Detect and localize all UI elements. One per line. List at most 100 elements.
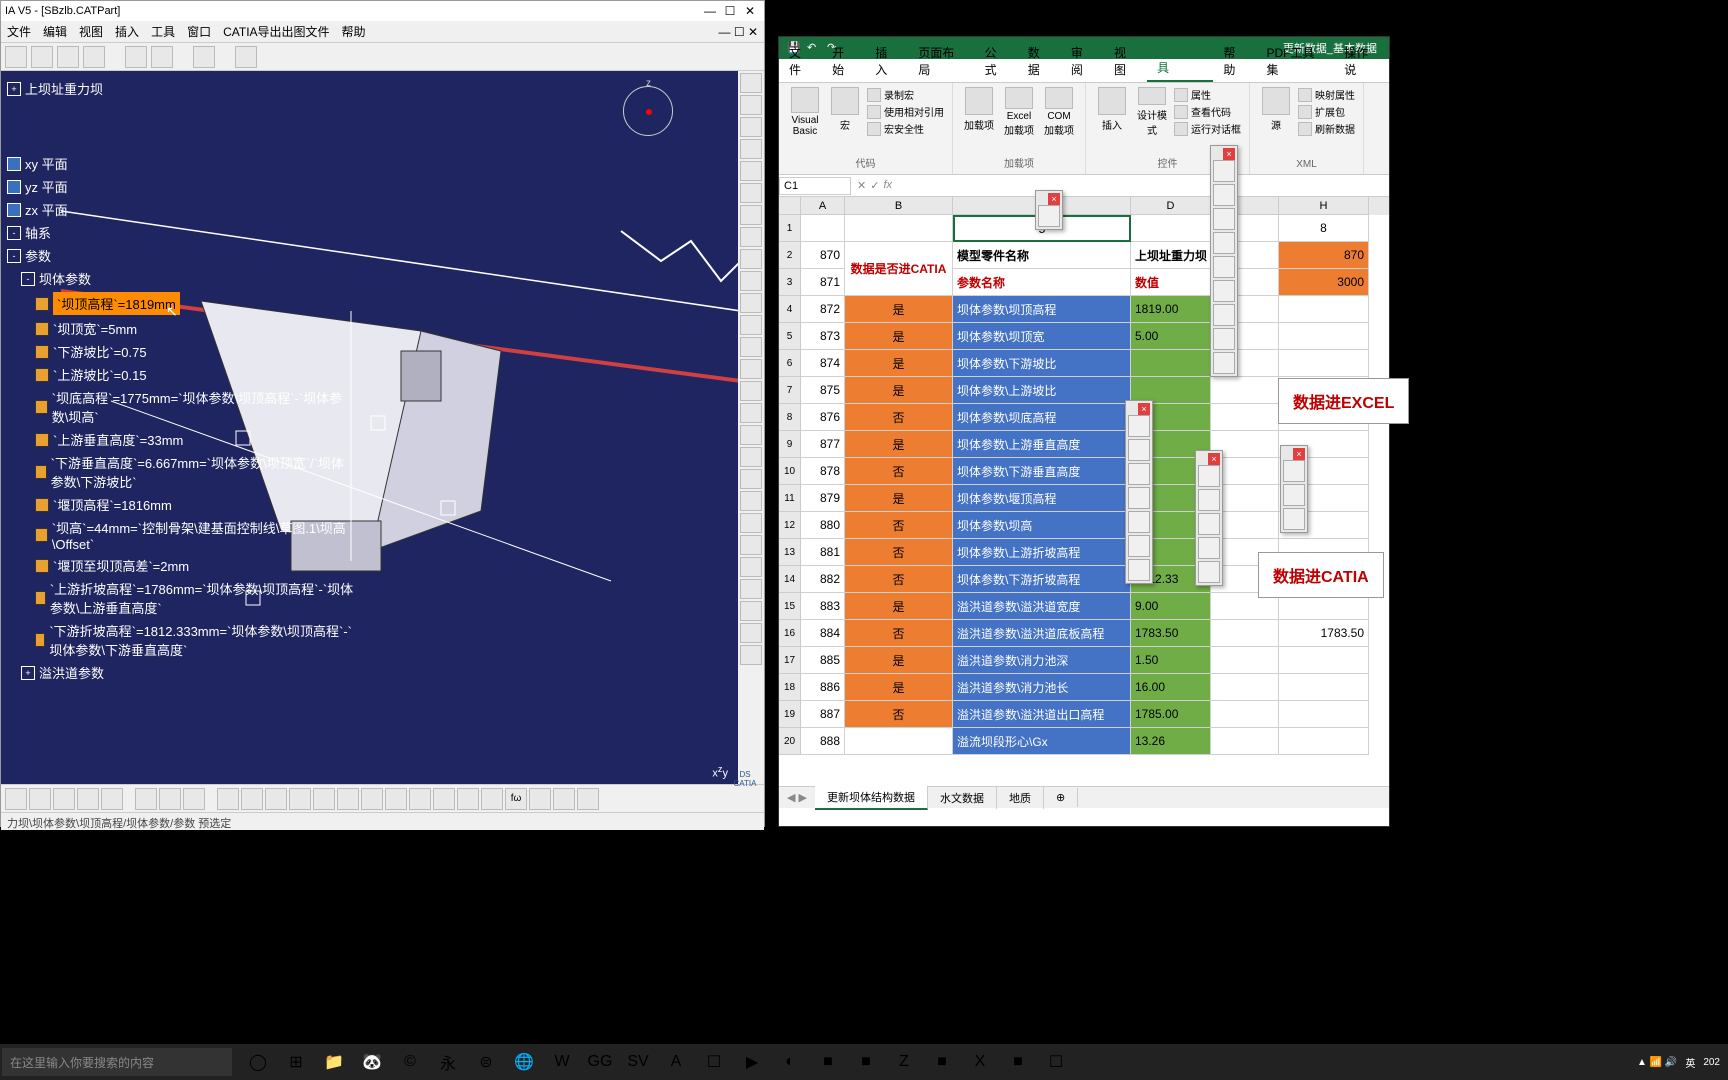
col-header[interactable]: A <box>801 197 845 215</box>
cell[interactable]: 溢洪道参数\溢洪道出口高程 <box>953 701 1131 728</box>
tool-icon[interactable] <box>553 788 575 810</box>
tool-icon[interactable] <box>529 788 551 810</box>
cell[interactable]: 否 <box>845 404 953 431</box>
task-icon[interactable]: 永 <box>430 1046 466 1078</box>
spec-tree[interactable]: +上坝址重力坝 xy 平面 yz 平面 zx 平面 -轴系 -参数 -坝体参数 … <box>1 71 361 690</box>
tree-body-params[interactable]: 坝体参数 <box>39 269 91 288</box>
task-icon[interactable]: ■ <box>810 1046 846 1078</box>
col-header[interactable]: B <box>845 197 953 215</box>
tool-icon[interactable] <box>740 73 762 93</box>
menu-help[interactable]: 帮助 <box>342 23 366 40</box>
row-header[interactable]: 17 <box>779 647 801 674</box>
cell[interactable]: 877 <box>801 431 845 458</box>
cell[interactable]: 溢洪道参数\消力池深 <box>953 647 1131 674</box>
cell[interactable]: 887 <box>801 701 845 728</box>
tab-pdf[interactable]: PDF工具集 <box>1257 40 1335 82</box>
system-tray[interactable]: ▲ 📶 🔊 英202 <box>1637 1055 1728 1070</box>
cell[interactable]: 模型零件名称 <box>953 242 1131 269</box>
cell[interactable] <box>1131 350 1211 377</box>
tool-icon[interactable] <box>740 337 762 357</box>
cell[interactable]: 883 <box>801 593 845 620</box>
menu-insert[interactable]: 插入 <box>115 23 139 40</box>
cell[interactable] <box>845 728 953 755</box>
cell[interactable]: 溢流坝段形心\Gx <box>953 728 1131 755</box>
cell[interactable]: 坝体参数\上游垂直高度 <box>953 431 1131 458</box>
task-icon[interactable]: ■ <box>1000 1046 1036 1078</box>
row-header[interactable]: 1 <box>779 215 801 242</box>
task-icon[interactable]: ⊞ <box>278 1046 314 1078</box>
tool-icon[interactable] <box>740 117 762 137</box>
sheet-tab[interactable]: 地质 <box>997 787 1044 809</box>
task-icon[interactable]: Z <box>886 1046 922 1078</box>
cell[interactable]: 870 <box>801 242 845 269</box>
tool-icon[interactable] <box>101 788 123 810</box>
close-icon[interactable]: × <box>1048 193 1060 205</box>
task-icon[interactable]: ◐ <box>772 1046 808 1078</box>
cell[interactable]: 885 <box>801 647 845 674</box>
expand-icon[interactable]: - <box>7 226 21 240</box>
tool-icon[interactable] <box>577 788 599 810</box>
close-button[interactable]: ✕ <box>740 2 760 20</box>
tree-param[interactable]: `堰顶高程`=1816mm <box>53 495 172 514</box>
cell[interactable]: 坝体参数\堰顶高程 <box>953 485 1131 512</box>
search-input[interactable]: 在这里输入你要搜索的内容 <box>2 1048 232 1076</box>
record-macro[interactable]: 录制宏 <box>867 87 944 102</box>
tool-icon[interactable] <box>740 623 762 643</box>
properties[interactable]: 属性 <box>1174 87 1241 102</box>
tool-icon[interactable] <box>265 788 287 810</box>
task-icon[interactable]: 📁 <box>316 1046 352 1078</box>
cell[interactable]: 否 <box>845 701 953 728</box>
tree-param[interactable]: `下游坡比`=0.75 <box>53 342 147 361</box>
cell[interactable] <box>1211 647 1279 674</box>
tb-icon[interactable] <box>57 46 79 68</box>
tool-icon[interactable] <box>740 271 762 291</box>
task-icon[interactable]: SV <box>620 1046 656 1078</box>
cell[interactable]: 是 <box>845 593 953 620</box>
row-header[interactable]: 4 <box>779 296 801 323</box>
cell[interactable] <box>1211 728 1279 755</box>
tool-icon[interactable] <box>740 425 762 445</box>
tb-icon[interactable] <box>5 46 27 68</box>
cell[interactable]: 878 <box>801 458 845 485</box>
task-icon[interactable]: © <box>392 1046 428 1078</box>
tool-icon[interactable] <box>77 788 99 810</box>
expand-icon[interactable]: + <box>21 666 35 680</box>
cell[interactable]: 1819.00 <box>1131 296 1211 323</box>
tool-icon[interactable] <box>29 788 51 810</box>
tab-layout[interactable]: 页面布局 <box>908 40 974 82</box>
cell[interactable]: 坝体参数\下游折坡高程 <box>953 566 1131 593</box>
tool-icon[interactable] <box>217 788 239 810</box>
cell[interactable]: 是 <box>845 377 953 404</box>
cell[interactable] <box>1279 701 1369 728</box>
enter-icon[interactable]: ✓ <box>870 179 879 192</box>
compass-icon[interactable]: z <box>618 81 678 141</box>
tool-icon[interactable] <box>409 788 431 810</box>
maximize-button[interactable]: ☐ <box>720 2 740 20</box>
tool-icon[interactable]: fω <box>505 788 527 810</box>
tool-icon[interactable] <box>740 293 762 313</box>
cell[interactable]: 否 <box>845 539 953 566</box>
row-header[interactable]: 15 <box>779 593 801 620</box>
float-toolbar[interactable]: × <box>1035 190 1063 230</box>
float-toolbar[interactable]: × <box>1210 145 1238 377</box>
row-header[interactable]: 6 <box>779 350 801 377</box>
tool-icon[interactable] <box>289 788 311 810</box>
tool-icon[interactable] <box>740 161 762 181</box>
cell[interactable]: 884 <box>801 620 845 647</box>
macro-button[interactable]: 宏 <box>827 87 863 137</box>
tool-icon[interactable] <box>740 227 762 247</box>
cell[interactable] <box>1211 377 1279 404</box>
excel-addin-button[interactable]: Excel 加载项 <box>1001 87 1037 137</box>
row-header[interactable]: 18 <box>779 674 801 701</box>
task-icon[interactable]: ■ <box>848 1046 884 1078</box>
tool-icon[interactable] <box>433 788 455 810</box>
row-header[interactable]: 16 <box>779 620 801 647</box>
row-header[interactable]: 11 <box>779 485 801 512</box>
tool-icon[interactable] <box>313 788 335 810</box>
cell[interactable]: 坝体参数\坝顶高程 <box>953 296 1131 323</box>
tab-help[interactable]: 帮助 <box>1213 40 1256 82</box>
cell[interactable]: 882 <box>801 566 845 593</box>
tool-icon[interactable] <box>740 249 762 269</box>
cell[interactable]: 是 <box>845 647 953 674</box>
tree-spillway[interactable]: 溢洪道参数 <box>39 663 104 682</box>
